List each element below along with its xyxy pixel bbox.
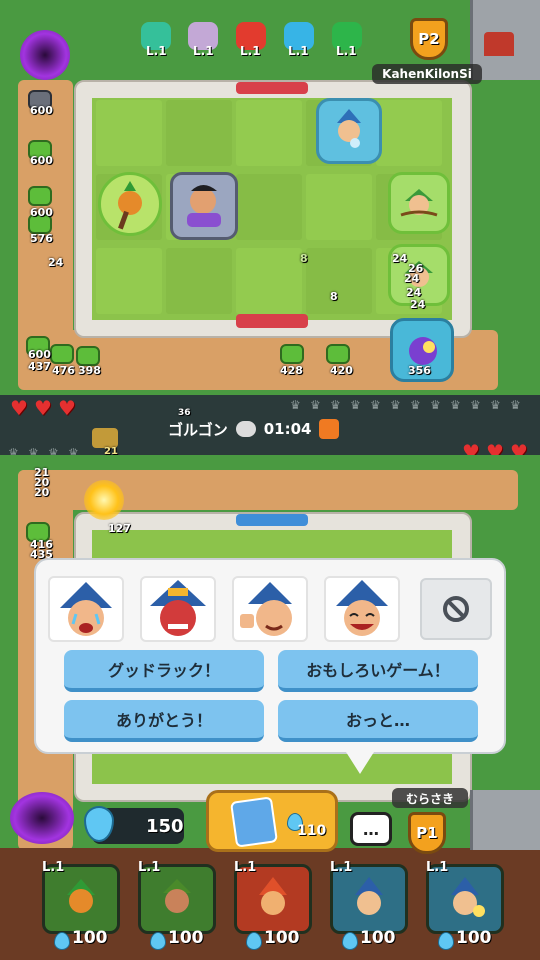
enemy-hp: 600 xyxy=(30,154,53,167)
duck-icon xyxy=(92,428,118,448)
emote-crying[interactable] xyxy=(48,576,124,642)
gem-level: L.1 xyxy=(146,44,167,58)
crown-icon: ♛ xyxy=(410,398,421,412)
phrase-good-luck-button[interactable]: グッドラック！ xyxy=(64,650,264,692)
player-badge[interactable]: P1 xyxy=(408,812,446,854)
card-cost: 100 xyxy=(264,928,300,948)
castle-tower xyxy=(470,790,540,850)
enemy-hp: 600 xyxy=(30,104,53,117)
crown-icon: ♛ xyxy=(390,398,401,412)
mana-drop-icon xyxy=(438,932,454,950)
ban-icon[interactable] xyxy=(420,578,492,640)
enemy-monster xyxy=(28,186,52,206)
mana-drop-icon xyxy=(150,932,166,950)
damage-number: 24 xyxy=(404,272,420,285)
card-level: L.1 xyxy=(234,860,257,875)
enemy-hp: 420 xyxy=(330,364,353,377)
board-gate-top xyxy=(236,514,308,526)
enemy-hp: 600 xyxy=(30,206,53,219)
crown-icon: ♛ xyxy=(290,398,301,412)
card-cost: 100 xyxy=(72,928,108,948)
enemy-hp: 576 xyxy=(30,232,53,245)
explosion-effect xyxy=(84,480,124,520)
chat-panel-tail xyxy=(346,752,374,774)
match-info: ゴルゴン 01:04 xyxy=(168,418,368,440)
damage-number: 8 xyxy=(300,252,308,265)
mana-amount: 150 xyxy=(146,816,184,837)
card-deck-icon xyxy=(230,796,278,848)
board-gate-top xyxy=(236,82,308,94)
mana-drop-icon xyxy=(342,932,358,950)
opponent-wave-crowns: ♛ ♛ ♛ ♛ ♛ ♛ ♛ ♛ ♛ ♛ ♛ ♛ xyxy=(290,398,530,412)
heart-icon: ♥ xyxy=(10,396,28,420)
enemy-hp: 24 xyxy=(48,256,64,269)
ice-mage-unit[interactable] xyxy=(316,98,382,164)
crown-icon: ♛ xyxy=(370,398,381,412)
enemy-monster xyxy=(76,346,100,366)
phrase-fun-game-button[interactable]: おもしろいゲーム！ xyxy=(278,650,478,692)
card-level: L.1 xyxy=(138,860,161,875)
damage-number: 24 xyxy=(410,298,426,311)
enemy-hp: 20 xyxy=(34,486,50,499)
enemy-monster xyxy=(50,344,74,364)
phrase-oops-button[interactable]: おっと… xyxy=(278,700,478,742)
card-cost: 100 xyxy=(456,928,492,948)
gem-level: L.1 xyxy=(193,44,214,58)
mana-drop-icon xyxy=(246,932,262,950)
enemy-hp: 428 xyxy=(280,364,303,377)
damage-number: 24 xyxy=(392,252,408,265)
opponent-name: KahenKilonSi xyxy=(372,64,482,84)
gem-level: L.1 xyxy=(336,44,357,58)
emote-laughing[interactable] xyxy=(324,576,400,642)
crown-icon: ♛ xyxy=(490,398,501,412)
emote-angry[interactable] xyxy=(140,576,216,642)
mana-drop-icon xyxy=(54,932,70,950)
enemy-hp: 398 xyxy=(78,364,101,377)
phrase-thanks-button[interactable]: ありがとう！ xyxy=(64,700,264,742)
crown-icon: ♛ xyxy=(450,398,461,412)
archer-unit[interactable] xyxy=(388,172,450,234)
small-counter: 36 xyxy=(178,408,191,418)
rogue-unit[interactable] xyxy=(170,172,238,240)
mode-label: ゴルゴン xyxy=(168,420,228,439)
treasure-chest-icon xyxy=(484,32,514,56)
speech-bubble-icon[interactable]: … xyxy=(350,812,392,846)
gem-level: L.1 xyxy=(240,44,261,58)
summon-button[interactable]: 110 xyxy=(206,790,338,852)
crown-icon: ♛ xyxy=(470,398,481,412)
enemy-hp: 437 xyxy=(28,360,51,373)
spawn-portal-icon xyxy=(20,30,70,80)
gem-level: L.1 xyxy=(288,44,309,58)
card-level: L.1 xyxy=(426,860,449,875)
crown-icon: ♛ xyxy=(310,398,321,412)
crown-icon: ♛ xyxy=(510,398,521,412)
damage-number: 8 xyxy=(330,290,338,303)
crown-icon: ♛ xyxy=(350,398,361,412)
player-name: むらさき xyxy=(392,788,468,808)
crown-icon: ♛ xyxy=(330,398,341,412)
surrender-flag-icon[interactable] xyxy=(319,419,340,439)
opponent-badge[interactable]: P2 xyxy=(410,18,448,60)
card-level: L.1 xyxy=(330,860,353,875)
gorgon-boss-icon xyxy=(235,421,256,437)
emote-thumbs-up[interactable] xyxy=(232,576,308,642)
crown-icon: ♛ xyxy=(430,398,441,412)
card-cost: 100 xyxy=(168,928,204,948)
heart-icon: ♥ xyxy=(34,396,52,420)
heart-icon: ♥ xyxy=(58,396,76,420)
emote-chat-panel: グッドラック！ おもしろいゲーム！ ありがとう！ おっと… xyxy=(34,558,506,754)
summon-cost: 110 xyxy=(297,823,327,839)
enemy-monster xyxy=(280,344,304,364)
enemy-monster xyxy=(326,344,350,364)
damage-number: 127 xyxy=(108,522,131,535)
match-timer: 01:04 xyxy=(263,420,312,438)
enemy-hp: 476 xyxy=(52,364,75,377)
hunter-unit[interactable] xyxy=(98,172,162,236)
card-level: L.1 xyxy=(42,860,65,875)
enemy-hp: 356 xyxy=(408,364,431,377)
spawn-portal-icon xyxy=(10,792,74,844)
card-cost: 100 xyxy=(360,928,396,948)
board-gate-bottom xyxy=(236,314,308,328)
